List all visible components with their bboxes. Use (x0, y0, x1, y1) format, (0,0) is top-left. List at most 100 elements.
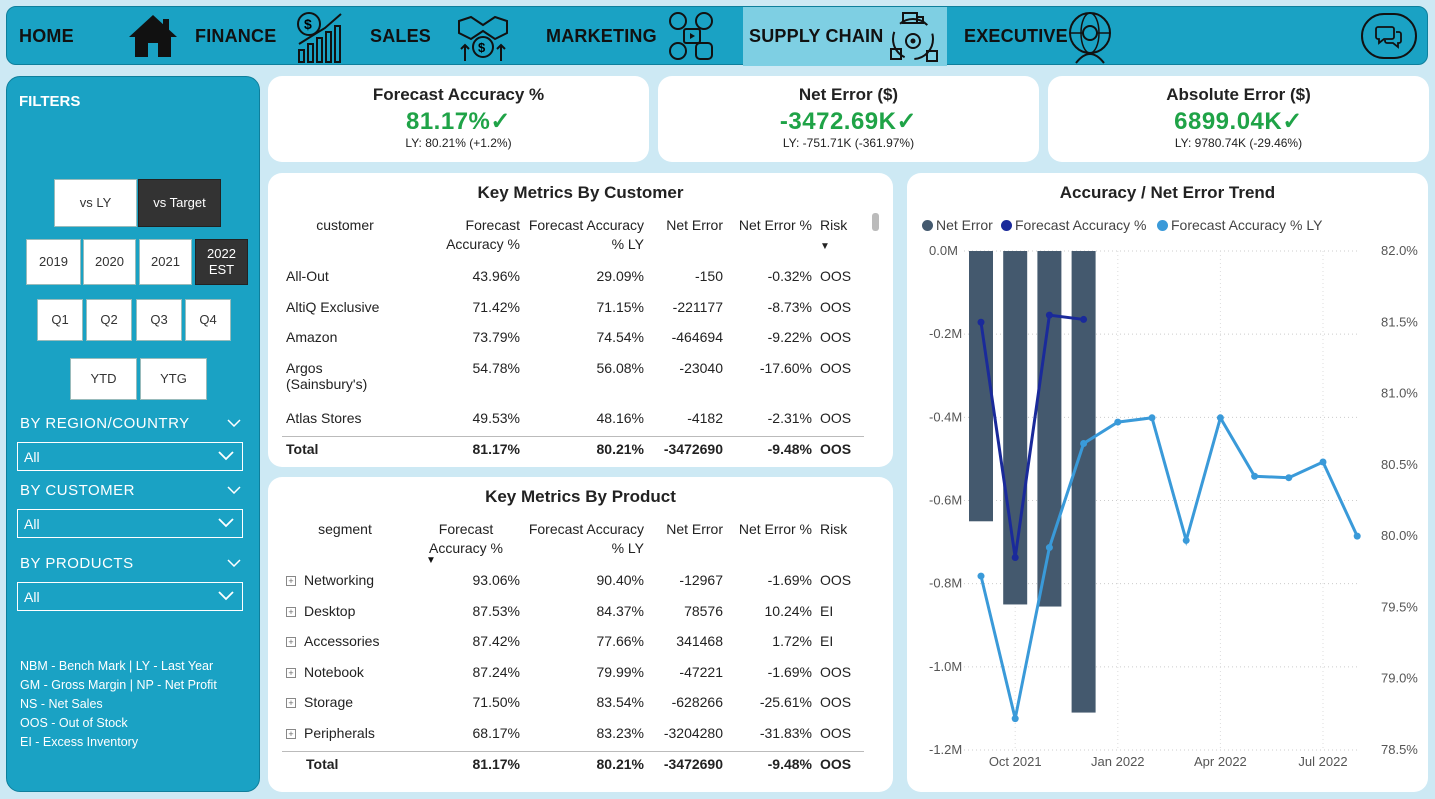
table-row[interactable]: + Storage 71.50% 83.54% -628266 -25.61% OOS (282, 690, 864, 721)
ytd-button[interactable]: YTD (70, 358, 137, 400)
table-row[interactable]: + Networking 93.06% 90.40% -12967 -1.69% OOS (282, 568, 864, 599)
cell-value: 48.16% (596, 409, 644, 426)
table-row[interactable]: AltiQ Exclusive 71.42% 71.15% -221177 -8.73%… (282, 295, 864, 326)
cell-value: 87.24% (472, 663, 520, 680)
cell-value: OOS (820, 409, 852, 426)
year-2019-button[interactable]: 2019 (26, 239, 81, 285)
row-label: Amazon (286, 329, 338, 345)
handshake-money-icon[interactable]: $ (455, 11, 511, 63)
expand-icon[interactable]: + (286, 667, 296, 678)
vs-target-button[interactable]: vs Target (138, 179, 221, 227)
cell-value: 77.66% (596, 633, 644, 649)
chevron-down-icon[interactable] (227, 419, 241, 427)
forecast-accuracy-ly-point (1353, 532, 1361, 540)
column-header[interactable]: Net Error (648, 520, 727, 568)
cell-value: OOS (820, 329, 852, 345)
legend-line: OOS - Out of Stock (20, 716, 128, 730)
table-row[interactable]: + Accessories 87.42% 77.66% 341468 1.72% EI (282, 629, 864, 660)
total-label: Total (282, 750, 408, 779)
products-dropdown[interactable]: All (17, 582, 243, 611)
cell-value: -9.22% (767, 329, 812, 345)
cell-value: 93.06% (472, 572, 520, 588)
cell-value: -8.73% (767, 298, 812, 315)
quarter-q4-button[interactable]: Q4 (185, 299, 231, 341)
column-header[interactable]: Risk (816, 520, 864, 568)
column-header[interactable]: Forecast Accuracy % LY (524, 216, 648, 264)
column-header[interactable]: Forecast Accuracy % (408, 216, 524, 264)
nav-finance[interactable]: FINANCE (195, 7, 276, 66)
cell-value: OOS (820, 663, 852, 680)
ytg-button[interactable]: YTG (140, 358, 207, 400)
y2-axis-tick-label: 79.5% (1381, 599, 1418, 614)
row-label: + Desktop (282, 599, 408, 630)
column-header[interactable]: customer (282, 216, 408, 264)
customer-dropdown[interactable]: All (17, 509, 243, 538)
home-icon[interactable] (127, 13, 179, 59)
filters-panel: FILTERS vs LY vs Target 2019 2020 2021 2… (6, 76, 260, 792)
column-header[interactable]: segment (282, 520, 408, 568)
y2-axis-tick-label: 80.0% (1381, 528, 1418, 543)
supply-chain-icon[interactable] (885, 9, 943, 65)
customer-metrics-table: customer Forecast Accuracy % Forecast Ac… (282, 216, 864, 464)
kpi-value: 6899.04K✓ (1174, 108, 1303, 135)
total-value: 80.21% (524, 435, 648, 464)
total-value: -3472690 (648, 435, 727, 464)
nav-marketing-label: MARKETING (546, 26, 657, 46)
table-row[interactable]: All-Out 43.96% 29.09% -150 -0.32% OOS (282, 264, 864, 295)
table-row[interactable]: Amazon 73.79% 74.54% -464694 -9.22% OOS (282, 325, 864, 356)
x-axis-tick-label: Oct 2021 (989, 754, 1042, 769)
year-2021-button[interactable]: 2021 (139, 239, 192, 285)
vs-ly-button[interactable]: vs LY (54, 179, 137, 227)
nav-executive[interactable]: EXECUTIVE (964, 7, 1068, 66)
executive-icon[interactable] (1062, 9, 1118, 65)
quarter-q1-button[interactable]: Q1 (37, 299, 83, 341)
customer-table-title: Key Metrics By Customer (477, 183, 684, 202)
table-row[interactable]: Atlas Stores 49.53% 48.16% -4182 -2.31% OOS (282, 406, 864, 437)
table-row[interactable]: + Notebook 87.24% 79.99% -47221 -1.69% OOS (282, 660, 864, 691)
y-axis-tick-label: -0.4M (929, 409, 962, 424)
nav-sales[interactable]: SALES (370, 7, 431, 66)
kpi-value: -3472.69K✓ (779, 108, 918, 135)
nav-marketing[interactable]: MARKETING (546, 7, 657, 66)
year-2020-button[interactable]: 2020 (83, 239, 136, 285)
quarter-q2-button[interactable]: Q2 (86, 299, 132, 341)
total-value: -9.48% (727, 435, 816, 464)
region-dropdown[interactable]: All (17, 442, 243, 471)
column-header[interactable]: Net Error % (727, 520, 816, 568)
expand-icon[interactable]: + (286, 637, 296, 647)
cell-value: -4182 (687, 409, 723, 426)
growth-chart-icon[interactable]: $ (291, 10, 347, 64)
table-row[interactable]: + Peripherals 68.17% 83.23% -3204280 -31.83% O… (282, 721, 864, 752)
cell-value: 87.53% (472, 602, 520, 619)
cell-value: 10.24% (764, 602, 812, 619)
expand-icon[interactable]: + (286, 728, 296, 739)
forecast-accuracy-point (1080, 315, 1088, 323)
table-row[interactable]: + Desktop 87.53% 84.37% 78576 10.24% EI (282, 599, 864, 630)
help-chat-button[interactable] (1361, 13, 1417, 59)
product-table-title: Key Metrics By Product (485, 487, 676, 506)
quarter-q3-button[interactable]: Q3 (136, 299, 182, 341)
column-header[interactable]: Net Error % (727, 216, 816, 264)
year-2022-est-button[interactable]: 2022 EST (195, 239, 248, 285)
expand-icon[interactable]: + (286, 576, 296, 586)
forecast-accuracy-point (977, 318, 985, 326)
check-icon: ✓ (490, 108, 511, 135)
column-header[interactable]: Risk ▼ (816, 216, 864, 264)
social-media-icon[interactable] (662, 9, 718, 63)
row-label: + Networking (282, 568, 408, 599)
cell-value: 84.37% (596, 602, 644, 619)
chevron-down-icon[interactable] (227, 559, 241, 567)
column-header[interactable]: Forecast Accuracy % LY (524, 520, 648, 568)
column-header[interactable]: Net Error (648, 216, 727, 264)
nav-home[interactable]: HOME (19, 7, 74, 66)
kpi-title: Absolute Error ($) (1166, 85, 1311, 104)
table-row[interactable]: Argos (Sainsbury's) 54.78% 56.08% -23040 -17… (282, 356, 864, 406)
products-dropdown-value: All (24, 588, 40, 605)
chevron-down-icon[interactable] (227, 486, 241, 494)
cell-value: OOS (820, 359, 852, 376)
forecast-accuracy-ly-point (1114, 418, 1122, 426)
expand-icon[interactable]: + (286, 698, 296, 708)
expand-icon[interactable]: + (286, 606, 296, 617)
table-scrollbar[interactable] (872, 213, 879, 231)
legend-line: NBM - Bench Mark | LY - Last Year (20, 659, 214, 673)
